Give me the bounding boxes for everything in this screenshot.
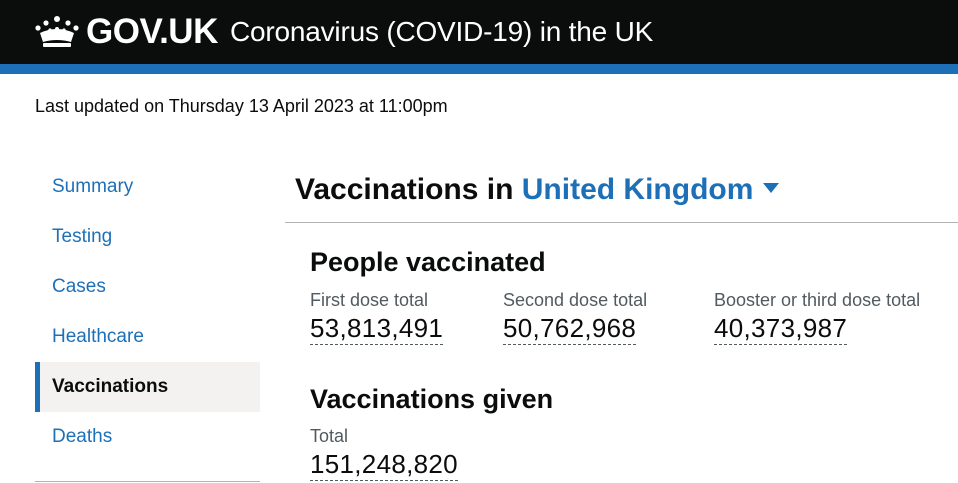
govuk-logo-link[interactable]: GOV.UK (34, 8, 218, 56)
nav-item-deaths[interactable]: Deaths (35, 412, 260, 462)
metric-value[interactable]: 53,813,491 (310, 313, 444, 345)
nav-item-summary[interactable]: Summary (35, 162, 260, 212)
metric-label: First dose total (310, 290, 429, 310)
heading-prefix: Vaccinations in (295, 173, 514, 206)
metric-value[interactable]: 40,373,987 (714, 313, 848, 345)
side-navigation: Summary Testing Cases Healthcare Vaccina… (35, 162, 260, 462)
page-heading: Vaccinations in United Kingdom (295, 168, 780, 212)
nav-item-vaccinations[interactable]: Vaccinations (35, 362, 260, 412)
crown-icon (35, 16, 79, 47)
metric-label: Total (310, 426, 349, 446)
nav-item-testing[interactable]: Testing (35, 212, 260, 262)
metric-value[interactable]: 151,248,820 (310, 449, 458, 481)
total-vaccinations-metric: Total 151,248,820 (310, 425, 458, 481)
heading-divider (285, 222, 958, 223)
last-updated-text: Last updated on Thursday 13 April 2023 a… (35, 96, 448, 116)
metric-value[interactable]: 50,762,968 (503, 313, 637, 345)
metric-label: Booster or third dose total (714, 290, 921, 310)
area-name: United Kingdom (521, 173, 754, 206)
second-dose-metric: Second dose total 50,762,968 (503, 289, 647, 345)
govuk-logo-text: GOV.UK (86, 12, 218, 51)
nav-divider (35, 481, 260, 482)
header-stripe (0, 64, 958, 74)
people-vaccinated-title: People vaccinated (310, 247, 546, 277)
booster-dose-metric: Booster or third dose total 40,373,987 (714, 289, 920, 345)
nav-item-healthcare[interactable]: Healthcare (35, 312, 260, 362)
caret-down-icon (763, 183, 780, 194)
service-name-link[interactable]: Coronavirus (COVID-19) in the UK (230, 14, 653, 50)
metric-label: Second dose total (503, 290, 648, 310)
site-header: GOV.UK Coronavirus (COVID-19) in the UK (0, 0, 958, 64)
vaccinations-given-title: Vaccinations given (310, 384, 554, 414)
area-selector[interactable]: United Kingdom (522, 173, 780, 206)
nav-item-cases[interactable]: Cases (35, 262, 260, 312)
first-dose-metric: First dose total 53,813,491 (310, 289, 444, 345)
